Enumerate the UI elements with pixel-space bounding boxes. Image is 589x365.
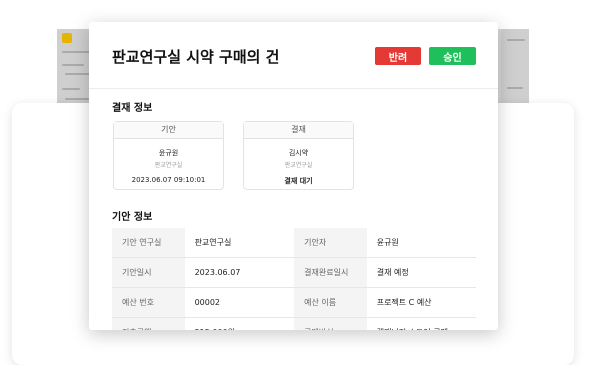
modal-header: 판교연구실 시약 구매의 건 반려 승인	[89, 22, 498, 89]
table-row: 예산 번호 00002 예산 이름 프로젝트 C 예산	[112, 287, 476, 318]
table-value: 515,000원	[184, 317, 295, 330]
table-label: 결재완료일시	[294, 257, 367, 288]
drafter-dept: 판교연구실	[154, 162, 183, 169]
table-value: 결재 예정	[366, 257, 476, 288]
draft-info-table: 기안 연구실 판교연구실 기안자 윤규원 기안일시 2023.06.07 결재완…	[112, 228, 476, 330]
approver-name: 김시약	[288, 149, 309, 157]
drafter-box-header: 기안	[114, 122, 223, 139]
table-label: 예산 이름	[294, 287, 367, 318]
modal-title: 판교연구실 시약 구매의 건	[112, 48, 280, 66]
table-label: 기안일시	[112, 257, 185, 288]
table-row: 기안일시 2023.06.07 결재완료일시 결재 예정	[112, 257, 476, 288]
table-value: 00002	[184, 287, 295, 318]
table-value: 윤규원	[366, 228, 476, 258]
approver-box: 결재 김시약 판교연구실 결재 대기	[243, 121, 354, 190]
table-value: 2023.06.07	[184, 257, 295, 288]
table-value: 랩매니저 스토어 구매	[366, 317, 476, 330]
drafter-name: 윤규원	[158, 149, 179, 157]
background-logo	[62, 33, 72, 43]
draft-section-title: 기안 정보	[112, 212, 153, 223]
table-value: 프로젝트 C 예산	[366, 287, 476, 318]
table-label: 예산 번호	[112, 287, 185, 318]
drafter-timestamp: 2023.06.07 09:10:01	[131, 176, 206, 184]
table-label: 기안자	[294, 228, 367, 258]
table-label: 기안 연구실	[112, 228, 185, 258]
approver-status: 결재 대기	[284, 177, 313, 185]
approver-box-header: 결재	[244, 122, 353, 139]
table-row: 기안 연구실 판교연구실 기안자 윤규원	[112, 228, 476, 258]
approver-dept: 판교연구실	[284, 162, 313, 169]
approve-button[interactable]: 승인	[429, 47, 476, 65]
table-label: 지출금액	[112, 317, 185, 330]
payment-section-title: 결재 정보	[112, 103, 153, 114]
table-value: 판교연구실	[184, 228, 295, 258]
table-label: 구매방식	[294, 317, 367, 330]
table-row: 지출금액 515,000원 구매방식 랩매니저 스토어 구매	[112, 317, 476, 330]
approval-modal: 판교연구실 시약 구매의 건 반려 승인 결재 정보 기안 윤규원 판교연구실 …	[89, 22, 498, 330]
reject-button[interactable]: 반려	[375, 47, 421, 65]
drafter-box: 기안 윤규원 판교연구실 2023.06.07 09:10:01	[113, 121, 224, 190]
